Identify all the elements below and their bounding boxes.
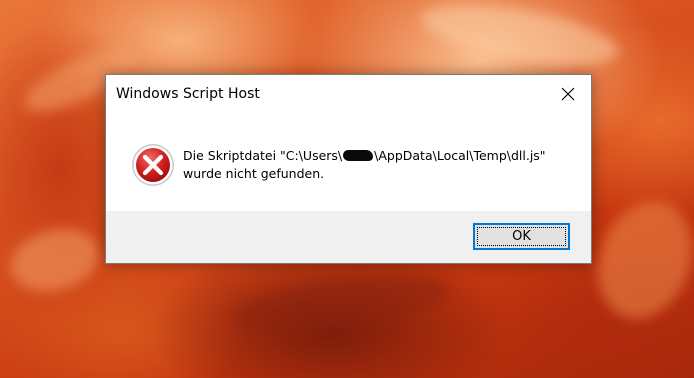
wallpaper-streak — [227, 264, 453, 346]
focus-rectangle — [477, 227, 566, 246]
ok-button[interactable]: OK — [473, 223, 570, 250]
error-message-path-start: Die Skriptdatei "C:\Users\ — [183, 148, 343, 163]
error-icon — [132, 144, 174, 186]
wallpaper-streak — [582, 188, 694, 332]
dialog-content: Die Skriptdatei "C:\Users\ \AppData\Local… — [106, 115, 591, 211]
script-host-dialog: Windows Script Host Die Skriptdatei "C:\… — [105, 74, 592, 264]
close-button[interactable] — [545, 75, 591, 113]
close-icon — [561, 87, 575, 101]
error-message-path-end: \AppData\Local\Temp\dll.js" — [374, 148, 546, 163]
wallpaper-streak — [3, 219, 107, 301]
dialog-footer: OK — [106, 211, 591, 263]
redaction-mark — [343, 150, 374, 161]
error-message: Die Skriptdatei "C:\Users\ \AppData\Local… — [183, 147, 583, 183]
wallpaper-streak — [417, 0, 623, 77]
dialog-titlebar[interactable]: Windows Script Host — [106, 75, 591, 115]
dialog-title: Windows Script Host — [116, 86, 260, 102]
error-message-line2: wurde nicht gefunden. — [183, 166, 325, 181]
